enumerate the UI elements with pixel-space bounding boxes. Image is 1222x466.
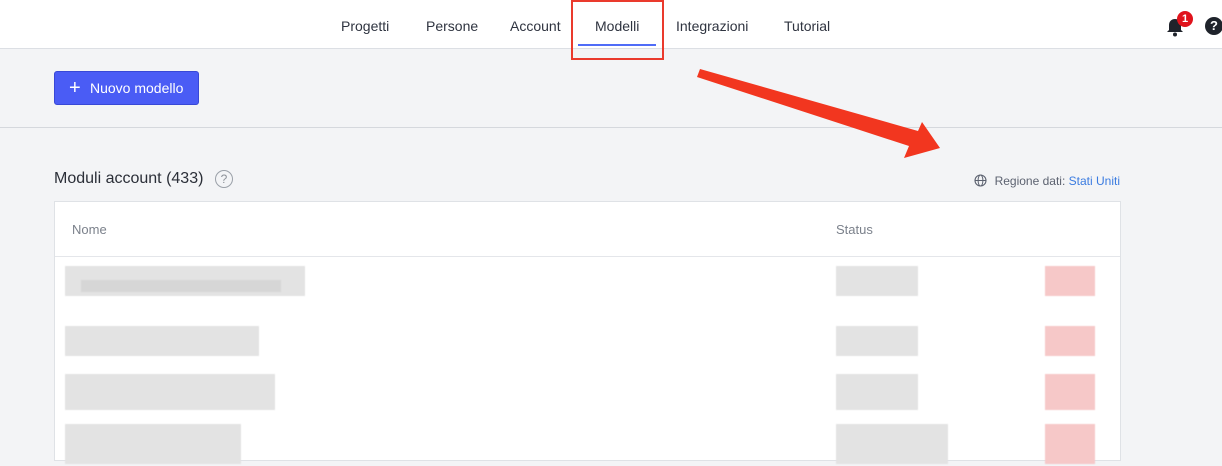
redacted-action[interactable] [1045,266,1095,296]
table-header: Nome Status [55,202,1120,257]
nav-item-progetti[interactable]: Progetti [341,0,389,48]
data-region: Regione dati: Stati Uniti [974,172,1120,188]
redacted-name [65,326,259,356]
globe-icon [974,174,987,190]
table-row[interactable] [55,312,1120,360]
redacted-name [65,424,241,464]
nav-item-account[interactable]: Account [510,0,561,48]
help-icon[interactable]: ? [1205,17,1222,35]
nav-item-modelli[interactable]: Modelli [577,0,657,48]
table-row[interactable] [55,362,1120,410]
redacted-name-detail [81,280,281,292]
column-header-status[interactable]: Status [836,222,873,237]
section-title: Moduli account (433) [54,170,204,187]
redacted-action[interactable] [1045,424,1095,464]
question-icon[interactable]: ? [215,170,233,188]
redacted-name [65,374,275,410]
plus-icon: + [69,77,81,99]
region-link[interactable]: Stati Uniti [1069,174,1120,188]
toolbar: + Nuovo modello [0,49,1222,128]
nav-item-tutorial[interactable]: Tutorial [784,0,830,48]
notification-badge: 1 [1177,11,1193,27]
top-nav: Progetti Persone Account Modelli Integra… [0,0,1222,49]
region-label: Regione dati: [994,174,1066,188]
new-template-label: Nuovo modello [90,80,184,96]
nav-item-persone[interactable]: Persone [426,0,478,48]
redacted-status [836,326,918,356]
column-header-name[interactable]: Nome [72,222,107,237]
table-row[interactable] [55,418,1120,466]
redacted-action[interactable] [1045,374,1095,410]
redacted-status [836,424,948,464]
table-row[interactable] [55,258,1120,306]
new-template-button[interactable]: + Nuovo modello [54,71,199,105]
redacted-status [836,374,918,410]
templates-table: Nome Status [54,201,1121,464]
nav-item-integrazioni[interactable]: Integrazioni [676,0,748,48]
redacted-action[interactable] [1045,326,1095,356]
redacted-status [836,266,918,296]
